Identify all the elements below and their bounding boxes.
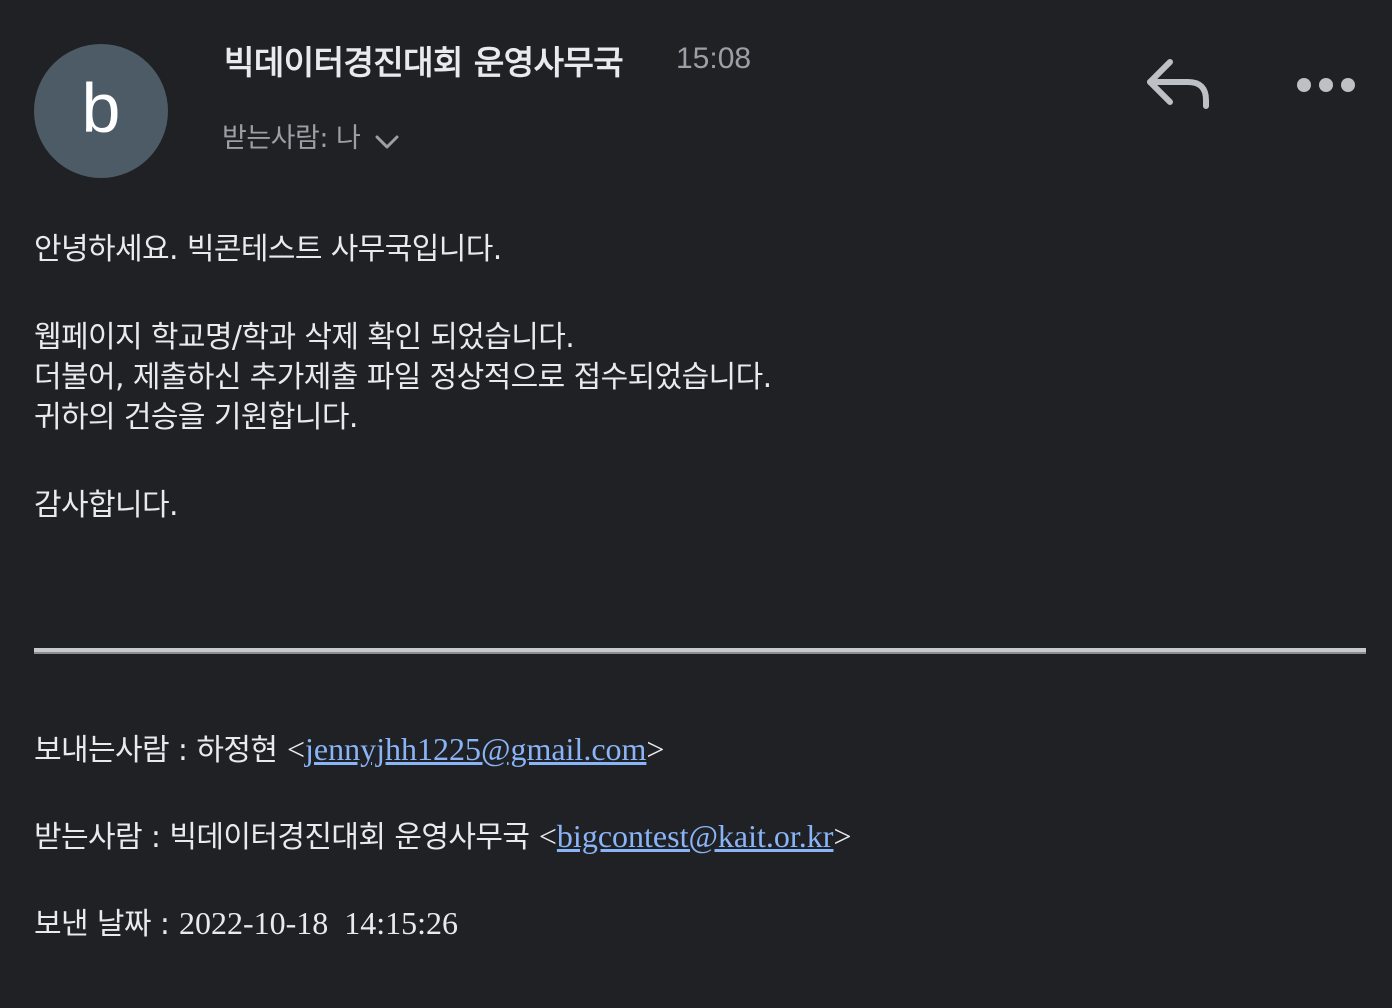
- bracket-open: <: [538, 818, 557, 854]
- body-closing: 감사합니다.: [34, 488, 179, 523]
- more-options-icon: [1297, 78, 1355, 92]
- quoted-date-line: 보낸 날짜 : 2022-10-18 14:15:26: [34, 903, 458, 945]
- quoted-to-line: 받는사람 : 빅데이터경진대회 운영사무국 <bigcontest@kait.o…: [34, 816, 852, 858]
- to-email-link[interactable]: bigcontest@kait.or.kr: [557, 818, 834, 854]
- chevron-down-icon: [375, 135, 399, 148]
- quoted-from-line: 보내는사람 : 하정현 <jennyjhh1225@gmail.com>: [34, 729, 664, 771]
- from-email-link[interactable]: jennyjhh1225@gmail.com: [305, 731, 646, 767]
- body-line-2: 더불어, 제출하신 추가제출 파일 정상적으로 접수되었습니다.: [34, 360, 772, 395]
- quoted-from-label: 보내는사람 : 하정현: [34, 733, 278, 768]
- sent-time: 15:08: [676, 42, 752, 75]
- quoted-to-label: 받는사람 : 빅데이터경진대회 운영사무국: [34, 820, 530, 855]
- recipient-details-toggle[interactable]: 받는사람: 나: [222, 116, 400, 155]
- quoted-date-label: 보낸 날짜 :: [34, 907, 170, 942]
- recipient-label: 받는사람: 나: [222, 123, 361, 154]
- reply-icon: [1147, 59, 1209, 109]
- body-line-1: 웹페이지 학교명/학과 삭제 확인 되었습니다.: [34, 320, 575, 355]
- sender-avatar[interactable]: b: [34, 44, 168, 178]
- quoted-date-value: 2022-10-18 14:15:26: [178, 905, 459, 941]
- reply-button[interactable]: [1142, 54, 1212, 116]
- more-options-button[interactable]: [1292, 66, 1360, 104]
- body-greeting: 안녕하세요. 빅콘테스트 사무국입니다.: [34, 232, 502, 267]
- avatar-letter: b: [81, 69, 121, 147]
- quote-divider: [34, 648, 1366, 654]
- body-line-3: 귀하의 건승을 기원합니다.: [34, 400, 358, 435]
- email-view: b 빅데이터경진대회 운영사무국 15:08 받는사람: 나 안녕하세요. 빅콘…: [0, 0, 1392, 1008]
- bracket-close: >: [646, 731, 665, 767]
- sender-name: 빅데이터경진대회 운영사무국: [224, 43, 624, 82]
- bracket-open: <: [286, 731, 305, 767]
- bracket-close: >: [833, 818, 852, 854]
